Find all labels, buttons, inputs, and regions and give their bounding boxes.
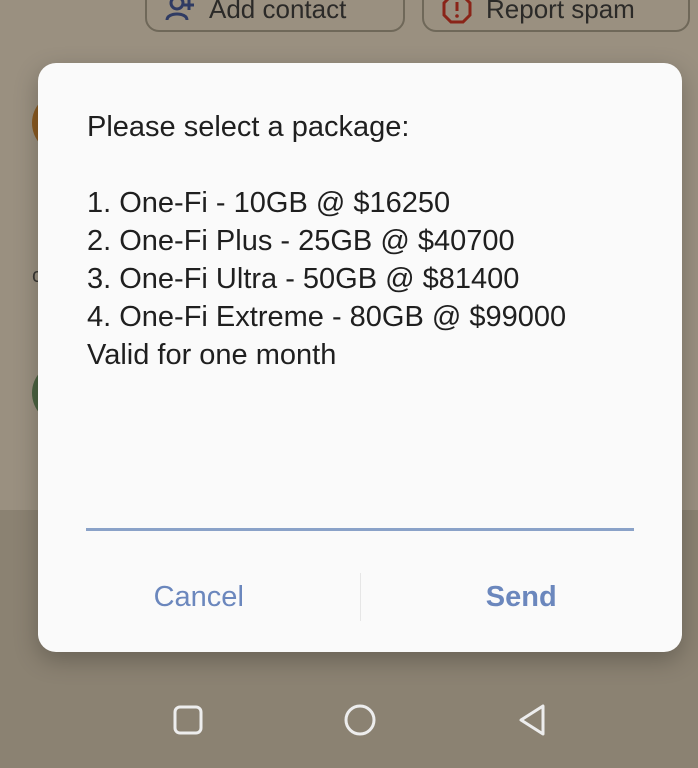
- cancel-button[interactable]: Cancel: [38, 566, 360, 628]
- recents-square-icon: [173, 705, 203, 735]
- report-spam-chip: Report spam: [422, 0, 690, 32]
- add-contact-label: Add contact: [209, 0, 347, 24]
- add-contact-chip: Add contact: [145, 0, 405, 32]
- dialog-message: Please select a package: 1. One-Fi - 10G…: [87, 111, 567, 371]
- back-button[interactable]: [510, 698, 554, 742]
- reply-input[interactable]: [86, 528, 634, 531]
- ussd-dialog: Please select a package: 1. One-Fi - 10G…: [38, 63, 682, 652]
- person-add-icon: [165, 0, 195, 24]
- home-button[interactable]: [338, 698, 382, 742]
- recents-button[interactable]: [166, 698, 210, 742]
- report-spam-label: Report spam: [486, 0, 635, 24]
- back-triangle-icon: [519, 704, 545, 736]
- report-octagon-icon: [442, 0, 472, 24]
- home-circle-icon: [344, 704, 376, 736]
- navigation-bar: [0, 680, 698, 762]
- send-button[interactable]: Send: [361, 566, 683, 628]
- dialog-actions: Cancel Send: [38, 566, 682, 628]
